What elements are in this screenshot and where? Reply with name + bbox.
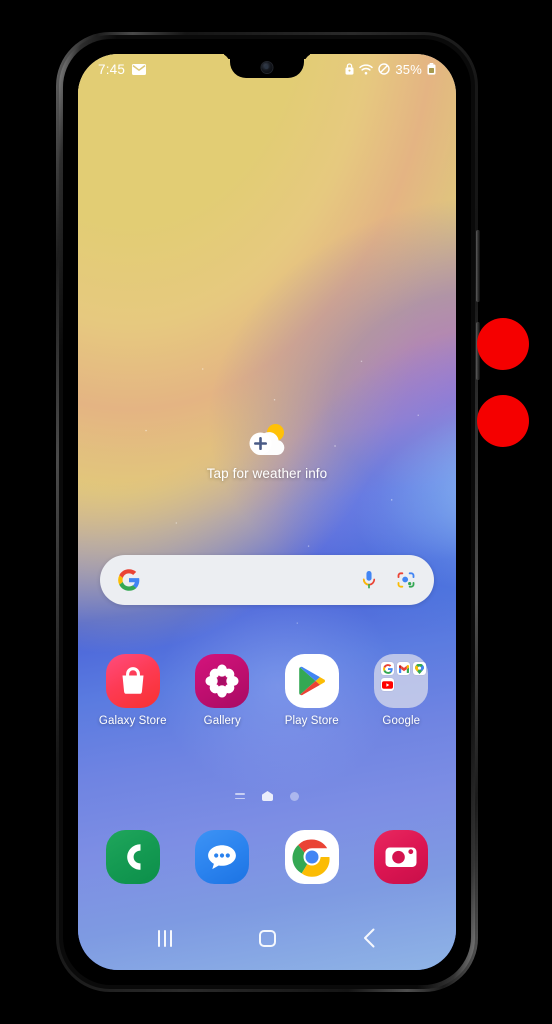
google-lens-icon[interactable] xyxy=(396,570,416,590)
battery-icon xyxy=(427,63,436,75)
weather-widget-label: Tap for weather info xyxy=(206,466,328,481)
home-app-row: Galaxy Store Gallery Play Store Google xyxy=(78,654,456,727)
search-input[interactable] xyxy=(150,572,350,588)
power-button-marker xyxy=(477,395,529,447)
google-folder-icon xyxy=(374,654,429,708)
status-bar-clock: 7:45 xyxy=(98,61,126,77)
app-label: Google xyxy=(382,715,421,727)
recents-icon[interactable] xyxy=(142,921,188,955)
screenshot-stage: 7:45 35% Tap for weather info Galaxy Sto… xyxy=(0,0,552,1024)
galaxy-store-icon xyxy=(105,654,160,708)
page-indicator-bar xyxy=(78,791,456,801)
phone-screen: 7:45 35% Tap for weather info Galaxy Sto… xyxy=(78,54,456,970)
weather-widget[interactable]: Tap for weather info xyxy=(78,422,456,481)
gmail-icon xyxy=(397,662,411,675)
add-weather-cloud-icon xyxy=(243,422,291,458)
do-not-disturb-icon xyxy=(378,63,391,75)
google-search-icon xyxy=(381,662,395,675)
volume-button-marker xyxy=(477,318,529,370)
app-label: Gallery xyxy=(203,715,241,727)
microphone-icon[interactable] xyxy=(360,570,378,590)
app-chrome[interactable]: Chrome xyxy=(273,830,351,884)
back-icon[interactable] xyxy=(346,921,392,955)
battery-percent-label: 35% xyxy=(395,61,422,77)
dock-app-row: Phone Messages xyxy=(78,830,456,884)
app-camera[interactable]: Camera xyxy=(362,830,440,884)
lock-icon xyxy=(345,63,354,75)
app-google-folder[interactable]: Google xyxy=(362,654,440,727)
app-label: Galaxy Store xyxy=(98,715,167,727)
mail-icon xyxy=(132,63,147,75)
front-camera-icon xyxy=(261,62,273,73)
app-play-store[interactable]: Play Store xyxy=(273,654,351,727)
gallery-icon xyxy=(195,654,250,708)
page-dot-indicator[interactable] xyxy=(290,791,299,801)
app-gallery[interactable]: Gallery xyxy=(183,654,261,727)
chrome-icon xyxy=(284,830,339,884)
app-messages[interactable]: Messages xyxy=(183,830,261,884)
google-maps-icon xyxy=(413,662,427,675)
home-icon[interactable] xyxy=(244,921,290,955)
app-list-indicator[interactable] xyxy=(235,792,245,800)
app-galaxy-store[interactable]: Galaxy Store xyxy=(94,654,172,727)
camera-icon xyxy=(374,830,429,884)
google-g-icon xyxy=(118,569,140,591)
app-label: Play Store xyxy=(284,715,339,727)
home-page-indicator[interactable] xyxy=(262,791,273,801)
play-store-icon xyxy=(284,654,339,708)
volume-button[interactable] xyxy=(476,230,480,302)
wifi-icon xyxy=(359,63,374,75)
display-notch xyxy=(230,54,304,78)
phone-icon xyxy=(105,830,160,884)
youtube-icon xyxy=(381,678,395,691)
messages-icon xyxy=(195,830,250,884)
google-search-bar[interactable] xyxy=(100,555,434,605)
app-phone[interactable]: Phone xyxy=(94,830,172,884)
navigation-bar xyxy=(78,916,456,960)
